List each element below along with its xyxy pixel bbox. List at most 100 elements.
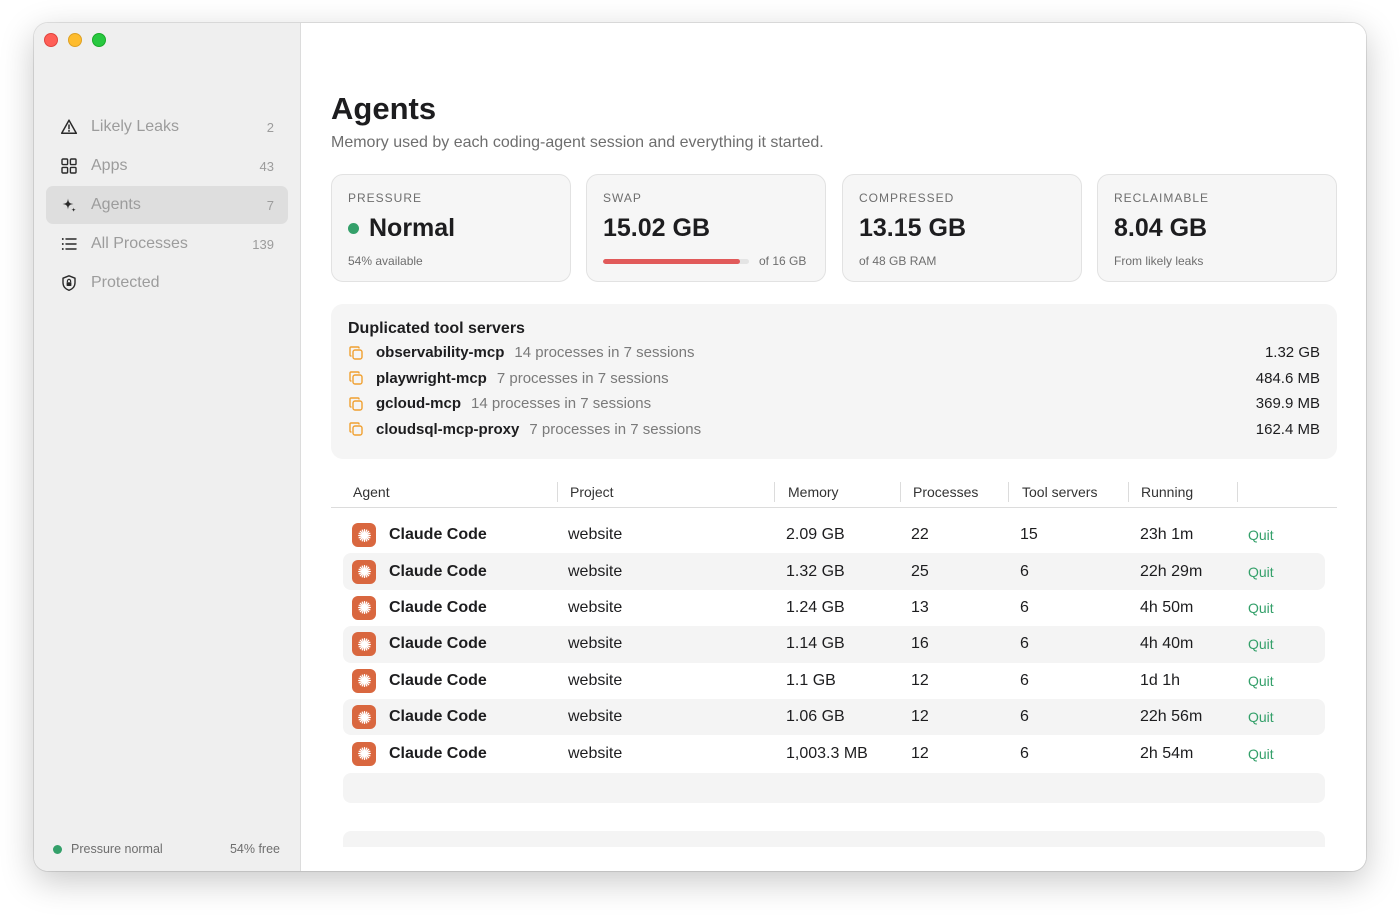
- quit-button[interactable]: Quit: [1248, 553, 1274, 589]
- page-title: Agents: [331, 91, 437, 126]
- column-header-memory[interactable]: Memory: [788, 476, 839, 508]
- empty-table-row: [343, 772, 1325, 803]
- quit-button[interactable]: Quit: [1248, 590, 1274, 626]
- column-divider[interactable]: [1008, 482, 1009, 502]
- running-cell: 23h 1m: [1140, 526, 1194, 544]
- table-row[interactable]: Claude Code website 1.24 GB 13 6 4h 50m …: [343, 590, 1325, 626]
- project-cell: website: [568, 708, 623, 726]
- card-subtext: From likely leaks: [1114, 254, 1204, 268]
- tool-servers-cell: 6: [1020, 708, 1029, 726]
- agent-name: Claude Code: [389, 598, 487, 616]
- agent-name: Claude Code: [389, 671, 487, 689]
- table-row[interactable]: Claude Code website 1.1 GB 12 6 1d 1h Qu…: [343, 663, 1325, 699]
- memory-cell: 1.24 GB: [786, 598, 845, 616]
- quit-button[interactable]: Quit: [1248, 626, 1274, 662]
- maximize-window-button[interactable]: [92, 33, 106, 47]
- sidebar-item-likely-leaks[interactable]: Likely Leaks 2: [46, 108, 288, 146]
- card-value: Normal: [369, 214, 456, 242]
- list-item[interactable]: gcloud-mcp 14 processes in 7 sessions 36…: [348, 391, 1320, 417]
- quit-button[interactable]: Quit: [1248, 699, 1274, 735]
- tool-servers-cell: 15: [1020, 526, 1038, 544]
- column-divider[interactable]: [900, 482, 901, 502]
- column-header-project[interactable]: Project: [570, 476, 614, 508]
- project-cell: website: [568, 671, 623, 689]
- column-header-running[interactable]: Running: [1141, 476, 1193, 508]
- page-subtitle: Memory used by each coding-agent session…: [331, 134, 824, 151]
- column-divider[interactable]: [774, 482, 775, 502]
- copy-icon: [349, 346, 363, 360]
- column-divider[interactable]: [557, 482, 558, 502]
- status-dot-icon: [348, 223, 359, 234]
- sidebar-item-count: 43: [259, 158, 274, 174]
- agent-name: Claude Code: [389, 526, 487, 544]
- processes-cell: 25: [911, 562, 929, 580]
- quit-button[interactable]: Quit: [1248, 517, 1274, 553]
- list-item[interactable]: cloudsql-mcp-proxy 7 processes in 7 sess…: [348, 417, 1320, 443]
- sidebar-item-agents[interactable]: Agents 7: [46, 186, 288, 224]
- column-header-agent[interactable]: Agent: [353, 476, 390, 508]
- memory-cell: 1.06 GB: [786, 708, 845, 726]
- running-cell: 1d 1h: [1140, 671, 1181, 689]
- processes-cell: 22: [911, 526, 929, 544]
- compressed-card: COMPRESSED 13.15 GB of 48 GB RAM: [842, 174, 1082, 282]
- claude-logo-icon: [352, 699, 376, 735]
- pressure-status-text: Pressure normal: [71, 842, 163, 856]
- minimize-window-button[interactable]: [68, 33, 82, 47]
- sidebar-item-all-processes[interactable]: All Processes 139: [46, 225, 288, 263]
- table-row[interactable]: Claude Code website 1.14 GB 16 6 4h 40m …: [343, 626, 1325, 663]
- table-header: Agent Project Memory Processes Tool serv…: [331, 476, 1337, 508]
- card-caption: RECLAIMABLE: [1114, 191, 1210, 205]
- tool-server-size: 369.9 MB: [1255, 395, 1320, 413]
- claude-logo-icon: [352, 626, 376, 662]
- swap-progress-fill: [603, 258, 741, 264]
- claude-logo-icon: [352, 590, 376, 626]
- column-divider[interactable]: [1128, 482, 1129, 502]
- sidebar-item-label: Protected: [91, 274, 160, 291]
- list-item[interactable]: playwright-mcp 7 processes in 7 sessions…: [348, 366, 1320, 392]
- column-divider[interactable]: [1237, 482, 1238, 502]
- card-caption: COMPRESSED: [859, 191, 955, 205]
- card-subtext: of 16 GB: [759, 254, 807, 268]
- tool-server-name: observability-mcp: [376, 344, 505, 362]
- tool-server-name: gcloud-mcp: [376, 395, 461, 413]
- card-value: 8.04 GB: [1114, 214, 1208, 242]
- quit-button[interactable]: Quit: [1248, 735, 1274, 771]
- table-row[interactable]: Claude Code website 1.32 GB 25 6 22h 29m…: [343, 553, 1325, 590]
- copy-icon: [349, 422, 363, 436]
- tool-server-size: 484.6 MB: [1255, 369, 1320, 387]
- running-cell: 4h 40m: [1140, 635, 1194, 653]
- quit-button[interactable]: Quit: [1248, 663, 1274, 699]
- table-row[interactable]: Claude Code website 1,003.3 MB 12 6 2h 5…: [343, 735, 1325, 771]
- column-header-tool-servers[interactable]: Tool servers: [1022, 476, 1097, 508]
- list-icon: [60, 235, 78, 253]
- tool-server-name: cloudsql-mcp-proxy: [376, 420, 520, 438]
- claude-logo-icon: [352, 517, 376, 553]
- column-header-processes[interactable]: Processes: [913, 476, 978, 508]
- project-cell: website: [568, 744, 623, 762]
- pressure-card: PRESSURE Normal 54% available: [331, 174, 571, 282]
- processes-cell: 12: [911, 708, 929, 726]
- tool-server-desc: 14 processes in 7 sessions: [514, 344, 695, 362]
- window-controls: [44, 33, 106, 47]
- copy-icon: [349, 371, 363, 385]
- sidebar-status: Pressure normal 54% free: [53, 842, 280, 856]
- copy-icon: [349, 397, 363, 411]
- table-row[interactable]: Claude Code website 2.09 GB 22 15 23h 1m…: [343, 517, 1325, 553]
- tool-servers-cell: 6: [1020, 635, 1029, 653]
- sidebar: Likely Leaks 2 Apps 43 Agents 7 All Proc…: [34, 23, 301, 871]
- tool-server-desc: 7 processes in 7 sessions: [529, 420, 702, 438]
- list-item[interactable]: observability-mcp 14 processes in 7 sess…: [348, 340, 1320, 366]
- sidebar-item-apps[interactable]: Apps 43: [46, 147, 288, 185]
- swap-progress-bar: [603, 258, 749, 264]
- tool-server-size: 1.32 GB: [1264, 344, 1320, 362]
- running-cell: 22h 29m: [1140, 562, 1203, 580]
- processes-cell: 16: [911, 635, 929, 653]
- tool-servers-cell: 6: [1020, 562, 1029, 580]
- shield-icon: [60, 274, 78, 292]
- tool-server-name: playwright-mcp: [376, 369, 487, 387]
- project-cell: website: [568, 562, 623, 580]
- tool-servers-cell: 6: [1020, 744, 1029, 762]
- close-window-button[interactable]: [44, 33, 58, 47]
- table-row[interactable]: Claude Code website 1.06 GB 12 6 22h 56m…: [343, 698, 1325, 736]
- sidebar-item-protected[interactable]: Protected: [46, 264, 288, 302]
